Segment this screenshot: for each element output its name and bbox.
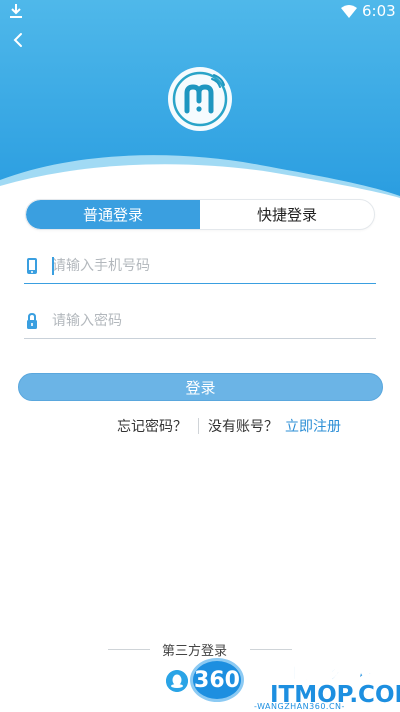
watermark: 360 网站排行榜 ITMOP.COM -WANGZHAN360.CN- [190, 655, 400, 712]
status-time: 6:03 [362, 2, 396, 20]
phone-field [24, 248, 376, 284]
wifi-icon [341, 5, 357, 18]
header-banner: 6:03 [0, 0, 400, 200]
text-cursor [52, 257, 54, 275]
links-divider [198, 418, 199, 434]
qq-icon[interactable] [166, 670, 188, 692]
watermark-badge: 360 [190, 658, 244, 702]
status-bar: 6:03 [0, 0, 400, 24]
back-chevron-icon[interactable] [6, 28, 30, 52]
login-button[interactable]: 登录 [18, 373, 383, 401]
no-account-label: 没有账号？ [208, 419, 278, 435]
tab-normal-login[interactable]: 普通登录 [26, 200, 200, 229]
watermark-url-text: -WANGZHAN360.CN- [254, 702, 345, 711]
forgot-password-link[interactable]: 忘记密码？ [117, 416, 187, 436]
download-icon [10, 4, 22, 18]
divider-line-right [250, 649, 292, 650]
account-links: 忘记密码？ 没有账号？ 立即注册 [0, 416, 400, 436]
password-field [24, 303, 376, 339]
login-mode-tabs: 普通登录 快捷登录 [25, 199, 375, 230]
tab-quick-login[interactable]: 快捷登录 [200, 200, 374, 229]
phone-icon [27, 258, 37, 274]
lock-icon [27, 312, 37, 329]
password-input[interactable] [52, 307, 372, 335]
phone-input[interactable] [52, 252, 372, 280]
register-link[interactable]: 立即注册 [285, 416, 341, 436]
divider-line-left [108, 649, 150, 650]
app-logo-icon [168, 67, 232, 131]
